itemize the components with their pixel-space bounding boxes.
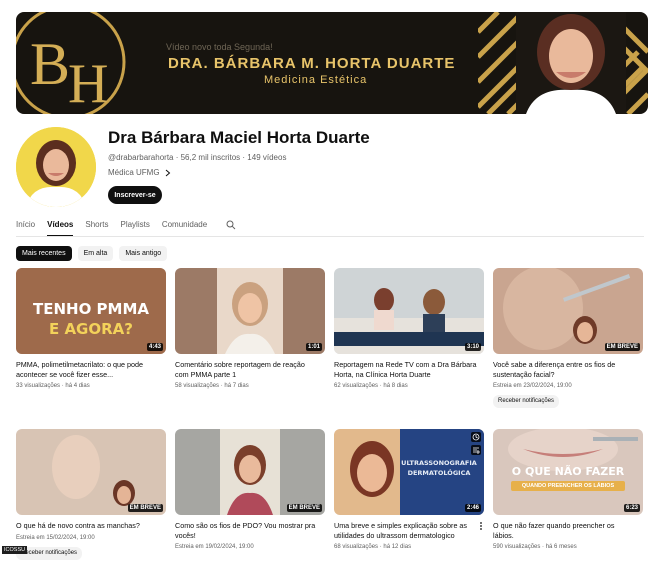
notify-button[interactable]: Receber notificações	[493, 395, 560, 408]
thumbnail-image	[175, 268, 325, 354]
video-card[interactable]: ULTRASSONOGRAFIA DERMATOLÓGICA 2:46 Uma …	[334, 429, 484, 550]
thumbnail-subheadline: E AGORA?	[48, 320, 133, 338]
subscriber-count: 56,2 mil inscritos	[180, 153, 241, 162]
video-thumbnail[interactable]: TENHO PMMA E AGORA? 4:43	[16, 268, 166, 354]
duration-badge: 6:23	[623, 504, 640, 512]
channel-tabs: Início Vídeos Shorts Playlists Comunidad…	[16, 220, 236, 237]
video-thumbnail[interactable]: ULTRASSONOGRAFIA DERMATOLÓGICA 2:46	[334, 429, 484, 515]
tab-home[interactable]: Início	[16, 220, 35, 235]
upcoming-badge: EM BREVE	[604, 343, 640, 351]
view-count: 33 visualizações	[16, 383, 61, 389]
search-icon[interactable]	[226, 220, 236, 230]
view-count: 58 visualizações	[175, 383, 220, 389]
video-thumbnail[interactable]: EM BREVE	[493, 268, 643, 354]
video-title[interactable]: Reportagem na Rede TV com a Dra Bárbara …	[334, 360, 478, 379]
view-count: 62 visualizações	[334, 383, 379, 389]
upload-age: há 12 dias	[383, 544, 412, 550]
chip-latest[interactable]: Mais recentes	[16, 246, 72, 261]
channel-banner: B H Vídeo novo toda Segunda! DRA. BÁRBAR…	[16, 12, 648, 114]
channel-title: Dra Bárbara Maciel Horta Duarte	[108, 128, 370, 147]
chip-popular[interactable]: Em alta	[77, 246, 114, 261]
video-meta: 58 visualizações · há 7 dias	[175, 383, 249, 389]
thumbnail-image	[175, 429, 325, 515]
hover-tooltip: ICOSSU	[2, 546, 28, 554]
channel-avatar[interactable]	[16, 127, 96, 207]
upcoming-badge: EM BREVE	[286, 504, 322, 512]
video-title[interactable]: Uma breve e simples explicação sobre as …	[334, 521, 478, 540]
thumbnail-headline: ULTRASSONOGRAFIA	[401, 459, 477, 467]
tab-playlists[interactable]: Playlists	[120, 220, 149, 235]
logo-b: B	[30, 31, 70, 97]
banner-doctor-name: DRA. BÁRBARA M. HORTA DUARTE	[168, 55, 456, 72]
video-card[interactable]: 1:01 Comentário sobre reportagem de reaç…	[175, 268, 325, 389]
thumbnail-headline: TENHO PMMA	[32, 300, 149, 318]
video-thumbnail[interactable]: O QUE NÃO FAZER QUANDO PREENCHER OS LÁBI…	[493, 429, 643, 515]
video-meta: 68 visualizações · há 12 dias	[334, 544, 412, 550]
video-title[interactable]: Como são os fios de PDO? Vou mostrar pra…	[175, 521, 319, 540]
tab-shorts[interactable]: Shorts	[85, 220, 108, 235]
upload-age: há 8 dias	[383, 383, 408, 389]
banner-specialty: Medicina Estética	[264, 74, 368, 86]
banner-logo: B H	[16, 12, 126, 114]
channel-handle: @drabarbarahorta	[108, 153, 174, 162]
duration-badge: 1:01	[305, 343, 322, 351]
video-title[interactable]: O que há de novo contra as manchas?	[16, 521, 160, 531]
video-title[interactable]: Comentário sobre reportagem de reação co…	[175, 360, 319, 379]
premiere-date: Estreia em 23/02/2024, 19:00	[493, 383, 572, 389]
video-card[interactable]: EM BREVE Você sabe a diferença entre os …	[493, 268, 643, 408]
tab-videos[interactable]: Vídeos	[47, 220, 74, 237]
thumbnail-subheadline: DERMATOLÓGICA	[407, 469, 471, 477]
upload-age: há 4 dias	[65, 383, 90, 389]
thumbnail-image	[334, 268, 484, 354]
thumbnail-image	[16, 429, 166, 515]
avatar-image	[16, 127, 96, 207]
video-count: 149 vídeos	[247, 153, 287, 162]
banner-portrait-image	[516, 12, 626, 114]
duration-badge: 4:43	[146, 343, 163, 351]
premiere-date: Estreia em 15/02/2024, 19:00	[16, 534, 95, 541]
video-thumbnail[interactable]: EM BREVE	[175, 429, 325, 515]
channel-about-link[interactable]: Médica UFMG	[108, 168, 172, 177]
thumbnail-headline: O QUE NÃO FAZER	[511, 465, 625, 478]
video-card[interactable]: O QUE NÃO FAZER QUANDO PREENCHER OS LÁBI…	[493, 429, 643, 550]
tabs-divider	[16, 236, 644, 237]
video-thumbnail[interactable]: EM BREVE	[16, 429, 166, 515]
channel-meta: @drabarbarahorta · 56,2 mil inscritos · …	[108, 153, 287, 162]
video-meta: 590 visualizações · há 6 meses	[493, 544, 577, 550]
view-count: 68 visualizações	[334, 544, 379, 550]
duration-badge: 3:10	[464, 343, 481, 351]
watch-later-icon[interactable]	[471, 432, 481, 442]
sort-chips: Mais recentes Em alta Mais antigo	[16, 246, 168, 261]
premiere-date: Estreia em 19/02/2024, 19:00	[175, 544, 254, 550]
banner-announcement: Vídeo novo toda Segunda!	[166, 42, 273, 52]
view-count: 590 visualizações	[493, 544, 541, 550]
video-card[interactable]: EM BREVE O que há de novo contra as manc…	[16, 429, 166, 560]
upload-age: há 6 meses	[545, 544, 577, 550]
upload-age: há 7 dias	[224, 383, 249, 389]
chevron-right-icon	[165, 169, 170, 176]
logo-h: H	[68, 53, 108, 114]
video-card[interactable]: EM BREVE Como são os fios de PDO? Vou mo…	[175, 429, 325, 550]
upcoming-badge: EM BREVE	[127, 504, 163, 512]
channel-about-text: Médica UFMG	[108, 168, 160, 177]
duration-badge: 2:46	[464, 504, 481, 512]
video-title[interactable]: O que não fazer quando preencher os lábi…	[493, 521, 637, 540]
video-title[interactable]: Você sabe a diferença entre os fios de s…	[493, 360, 637, 379]
video-thumbnail[interactable]: 3:10	[334, 268, 484, 354]
video-card[interactable]: 3:10 Reportagem na Rede TV com a Dra Bár…	[334, 268, 484, 389]
thumbnail-image	[493, 268, 643, 354]
video-meta: 62 visualizações · há 8 dias	[334, 383, 408, 389]
chip-oldest[interactable]: Mais antigo	[119, 246, 168, 261]
video-meta: 33 visualizações · há 4 dias	[16, 383, 90, 389]
video-title[interactable]: PMMA, polimetilmetacrilato: o que pode a…	[16, 360, 160, 379]
video-card[interactable]: TENHO PMMA E AGORA? 4:43 PMMA, polimetil…	[16, 268, 166, 389]
more-vert-icon[interactable]	[478, 521, 484, 531]
add-to-queue-icon[interactable]	[471, 445, 481, 455]
video-thumbnail[interactable]: 1:01	[175, 268, 325, 354]
tab-community[interactable]: Comunidade	[162, 220, 207, 235]
thumbnail-subheadline: QUANDO PREENCHER OS LÁBIOS	[511, 481, 625, 491]
subscribe-button[interactable]: Inscrever-se	[108, 186, 162, 204]
